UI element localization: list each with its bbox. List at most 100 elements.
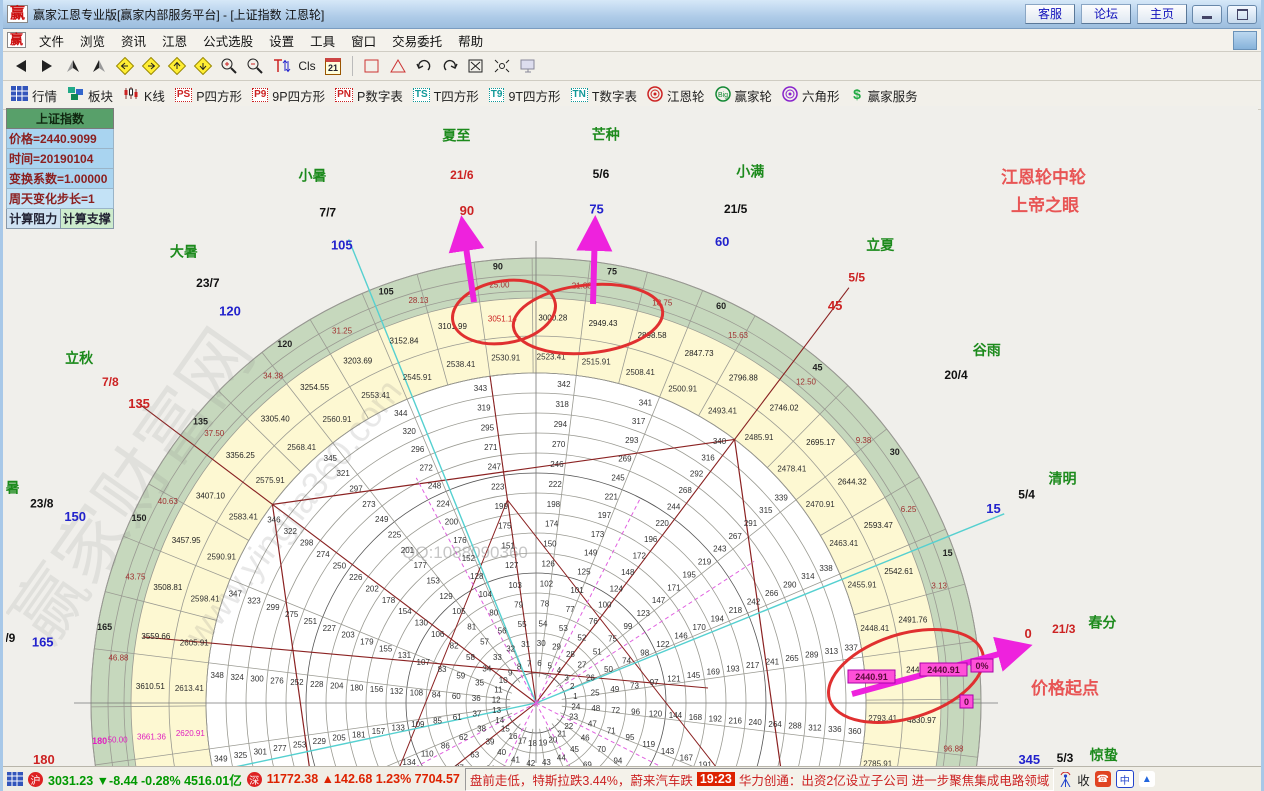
- diamond-right-icon[interactable]: [139, 55, 163, 77]
- triangle-tool-icon[interactable]: [386, 55, 410, 77]
- module-label: K线: [144, 86, 165, 105]
- module-label: 江恩轮: [667, 86, 705, 105]
- svg-text:105: 105: [452, 607, 466, 616]
- news-item-1[interactable]: 盘前走低，特斯拉跌3.44%，蔚来汽车跌: [470, 770, 693, 789]
- svg-text:芒种: 芒种: [592, 126, 620, 142]
- diamond-up-icon[interactable]: [165, 55, 189, 77]
- menu-item-4[interactable]: 江恩: [154, 29, 195, 52]
- svg-text:144: 144: [669, 711, 683, 720]
- module-button-P四方形[interactable]: PSP四方形: [173, 86, 248, 105]
- TN-icon: TN: [571, 88, 588, 102]
- calc-support-button[interactable]: 计算支撑: [61, 209, 115, 229]
- cls-icon[interactable]: Cls: [295, 55, 319, 77]
- svg-text:109: 109: [411, 720, 425, 729]
- svg-text:45: 45: [828, 298, 842, 313]
- svg-text:62: 62: [459, 733, 468, 742]
- svg-text:135: 135: [193, 416, 208, 426]
- zoom-out-icon[interactable]: [243, 55, 267, 77]
- svg-text:5/3: 5/3: [1057, 751, 1074, 765]
- module-button-T数字表[interactable]: TNT数字表: [569, 86, 643, 105]
- titlebar-button-2[interactable]: 论坛: [1081, 4, 1131, 24]
- present-icon[interactable]: [516, 55, 540, 77]
- fit-icon[interactable]: [490, 55, 514, 77]
- news-item-2[interactable]: 华力创通：出资2亿设立子公司 进一步聚焦集成电路领域: [739, 770, 1049, 789]
- menu-item-5[interactable]: 公式选股: [195, 29, 261, 52]
- zhong-tray-icon[interactable]: 中: [1116, 770, 1134, 788]
- module-button-行情[interactable]: 行情: [9, 86, 63, 105]
- shenzhen-index[interactable]: 11772.38 ▲142.68 1.23% 7704.57: [267, 772, 460, 786]
- back-icon[interactable]: [9, 55, 33, 77]
- svg-text:44: 44: [557, 753, 566, 762]
- module-label: 9T四方形: [508, 86, 560, 105]
- quote-grid-icon[interactable]: [7, 772, 23, 786]
- module-button-赢家轮[interactable]: Big赢家轮: [713, 86, 779, 105]
- svg-text:15: 15: [986, 501, 1000, 516]
- menu-item-1[interactable]: 文件: [31, 29, 72, 52]
- module-button-K线[interactable]: K线: [121, 86, 171, 105]
- svg-text:75: 75: [608, 635, 617, 644]
- module-button-P数字表[interactable]: PNP数字表: [333, 86, 409, 105]
- svg-text:90: 90: [460, 203, 474, 218]
- rect-tool-icon[interactable]: [360, 55, 384, 77]
- drop-tray-icon[interactable]: ▲: [1139, 771, 1155, 787]
- menu-item-9[interactable]: 交易委托: [384, 29, 450, 52]
- svg-text:15: 15: [943, 548, 953, 558]
- calendar-icon[interactable]: 21: [321, 55, 345, 77]
- svg-text:15.63: 15.63: [728, 331, 749, 340]
- forward-icon[interactable]: [35, 55, 59, 77]
- diamond-down-icon[interactable]: [191, 55, 215, 77]
- svg-text:13: 13: [492, 706, 501, 715]
- peak-left-icon[interactable]: [61, 55, 85, 77]
- module-button-赢家服务[interactable]: $赢家服务: [848, 86, 924, 105]
- peak-right-icon[interactable]: [87, 55, 111, 77]
- svg-text:33: 33: [493, 653, 502, 662]
- menu-item-7[interactable]: 工具: [302, 29, 343, 52]
- t-updown-icon[interactable]: [269, 55, 293, 77]
- svg-text:处暑: 处暑: [6, 480, 20, 496]
- svg-text:217: 217: [746, 661, 760, 670]
- calc-resistance-button[interactable]: 计算阻力: [6, 209, 61, 229]
- menu-item-10[interactable]: 帮助: [450, 29, 491, 52]
- news-ticker[interactable]: 盘前走低，特斯拉跌3.44%，蔚来汽车跌 19:23 华力创通：出资2亿设立子公…: [465, 768, 1054, 791]
- svg-text:29: 29: [552, 643, 561, 652]
- phone-tray-icon[interactable]: ☎: [1095, 771, 1111, 787]
- svg-text:2448.41: 2448.41: [860, 624, 889, 633]
- svg-text:80: 80: [489, 608, 498, 617]
- menu-item-2[interactable]: 浏览: [72, 29, 113, 52]
- mdi-child-controls[interactable]: [1233, 31, 1257, 50]
- svg-text:120: 120: [649, 709, 663, 718]
- module-button-江恩轮[interactable]: 江恩轮: [645, 86, 711, 105]
- titlebar-button-3[interactable]: 主页: [1137, 4, 1187, 24]
- menu-item-6[interactable]: 设置: [261, 29, 302, 52]
- module-button-六角形[interactable]: 六角形: [780, 86, 846, 105]
- diamond-left-icon[interactable]: [113, 55, 137, 77]
- hex-icon: [782, 86, 798, 105]
- module-button-9T四方形[interactable]: T99T四方形: [487, 86, 567, 105]
- module-button-9P四方形[interactable]: P99P四方形: [250, 86, 331, 105]
- svg-text:77: 77: [566, 605, 575, 614]
- zoom-in-icon[interactable]: [217, 55, 241, 77]
- svg-text:274: 274: [316, 550, 330, 559]
- rotate-cw-icon[interactable]: [438, 55, 462, 77]
- svg-text:265: 265: [785, 654, 799, 663]
- titlebar-button-1[interactable]: 客服: [1025, 4, 1075, 24]
- menu-item-8[interactable]: 窗口: [343, 29, 384, 52]
- minimize-button[interactable]: [1192, 5, 1222, 24]
- news-time-badge: 19:23: [697, 772, 735, 786]
- module-button-T四方形[interactable]: TST四方形: [411, 86, 485, 105]
- svg-text:251: 251: [304, 617, 318, 626]
- menu-item-3[interactable]: 资讯: [113, 29, 154, 52]
- module-button-板块[interactable]: 板块: [65, 86, 119, 105]
- box-x-icon[interactable]: [464, 55, 488, 77]
- svg-text:5/5: 5/5: [848, 270, 865, 284]
- shanghai-index[interactable]: 3031.23 ▼-8.44 -0.28% 4516.01亿: [48, 770, 242, 789]
- gann-wheel-svg[interactable]: 赢家财富网www.yingjia360.comQQ:10880903601234…: [6, 106, 1258, 767]
- svg-text:江恩轮中轮: 江恩轮中轮: [1001, 167, 1086, 187]
- svg-text:7/7: 7/7: [319, 205, 336, 219]
- svg-text:50.00: 50.00: [108, 736, 129, 745]
- svg-text:57: 57: [480, 638, 489, 647]
- svg-text:夏至: 夏至: [442, 128, 470, 144]
- rotate-ccw-icon[interactable]: [412, 55, 436, 77]
- maximize-button[interactable]: [1227, 5, 1257, 24]
- svg-text:12: 12: [492, 696, 501, 705]
